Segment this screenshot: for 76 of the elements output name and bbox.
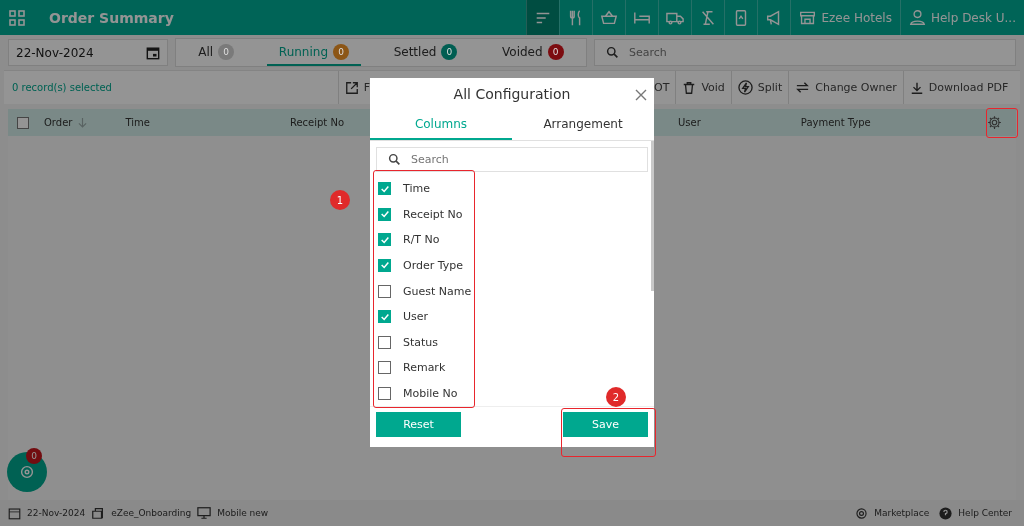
column-option[interactable]: Guest Name xyxy=(403,284,472,298)
column-search-field[interactable]: Search xyxy=(376,146,648,172)
column-header[interactable]: Receipt No xyxy=(289,117,345,128)
checkbox[interactable] xyxy=(378,361,391,375)
footer-date: 22-Nov-2024 xyxy=(27,508,86,518)
trash-icon xyxy=(682,80,697,95)
device-name: Mobile new xyxy=(217,508,269,518)
dialog-title: All Configuration xyxy=(453,86,571,103)
help-icon xyxy=(939,506,953,520)
count-badge: 0 xyxy=(218,43,235,60)
toolbar-button[interactable]: Download PDF xyxy=(902,71,1015,104)
checkbox[interactable] xyxy=(378,182,391,196)
basket-icon xyxy=(600,8,619,27)
count-badge: 0 xyxy=(333,43,349,60)
column-option[interactable]: Order Type xyxy=(403,258,464,272)
column-header[interactable]: User xyxy=(678,117,701,128)
scrollbar[interactable] xyxy=(651,140,654,291)
select-all-checkbox[interactable] xyxy=(17,116,29,129)
page-title: Order Summary xyxy=(49,9,174,26)
settings-icon[interactable] xyxy=(987,115,1002,130)
checkbox[interactable] xyxy=(378,310,391,324)
search-icon xyxy=(606,46,619,59)
toolbar-button[interactable]: OT xyxy=(654,71,676,104)
marketplace-link[interactable]: Marketplace xyxy=(874,508,930,518)
selection-count: 0 record(s) selected xyxy=(12,82,112,93)
dialog-tab[interactable]: Arrangement xyxy=(512,110,654,140)
column-option[interactable]: Receipt No xyxy=(403,207,463,221)
status-tab[interactable]: Voided 0 xyxy=(490,39,576,66)
sort-nav-button[interactable] xyxy=(526,0,560,35)
reset-button[interactable]: Reset xyxy=(376,411,461,437)
calendar-icon xyxy=(146,45,160,60)
column-option[interactable]: Remark xyxy=(403,361,446,375)
count-badge: 0 xyxy=(547,43,564,60)
highlight-frame xyxy=(986,108,1018,138)
toolbar-button[interactable]: Void xyxy=(675,71,731,104)
user-icon xyxy=(908,9,926,26)
toolbar-button[interactable]: Change Owner xyxy=(788,71,903,104)
checkbox[interactable] xyxy=(378,207,391,221)
sort-arrow-icon[interactable] xyxy=(78,117,88,128)
status-tab[interactable]: All 0 xyxy=(186,39,247,66)
store-icon xyxy=(799,9,817,26)
help-center-link[interactable]: Help Center xyxy=(958,508,1012,518)
lightning-icon xyxy=(737,80,753,95)
column-option[interactable]: R/T No xyxy=(403,233,440,247)
date-field[interactable]: 22-Nov-2024 xyxy=(8,39,168,66)
checkbox[interactable] xyxy=(378,258,391,272)
checkbox[interactable] xyxy=(378,284,391,298)
external-link-icon xyxy=(344,80,359,95)
calendar-icon xyxy=(8,506,21,520)
column-header[interactable]: Time xyxy=(125,117,150,128)
monitor-icon xyxy=(197,506,212,520)
status-tab[interactable]: Running 0 xyxy=(266,39,361,66)
status-tab[interactable]: Settled 0 xyxy=(381,39,470,66)
column-option[interactable]: Mobile No xyxy=(403,386,458,400)
column-header[interactable]: Payment Type xyxy=(800,117,871,128)
column-option[interactable]: Status xyxy=(403,335,439,349)
grid-menu-icon[interactable] xyxy=(9,9,25,26)
target-icon xyxy=(18,463,36,481)
checkbox[interactable] xyxy=(378,233,391,247)
checkbox[interactable] xyxy=(378,335,391,349)
search-field[interactable]: Search xyxy=(594,39,1016,66)
dialog-tab[interactable]: Columns xyxy=(370,110,512,140)
store-icon xyxy=(91,506,106,520)
search-icon xyxy=(388,152,401,166)
column-option[interactable]: User xyxy=(403,310,429,324)
close-icon[interactable] xyxy=(635,89,647,101)
download-icon xyxy=(909,80,924,95)
column-header[interactable]: Order xyxy=(44,117,73,128)
toolbar-button[interactable]: Split xyxy=(730,71,789,104)
column-option[interactable]: Time xyxy=(403,182,430,196)
property-name[interactable]: eZee_Onboarding xyxy=(111,508,192,518)
count-badge: 0 xyxy=(441,43,458,60)
save-button[interactable]: Save xyxy=(563,411,648,437)
notification-badge: 0 xyxy=(26,448,42,464)
swap-arrows-icon xyxy=(795,80,811,95)
checkbox[interactable] xyxy=(378,386,391,400)
